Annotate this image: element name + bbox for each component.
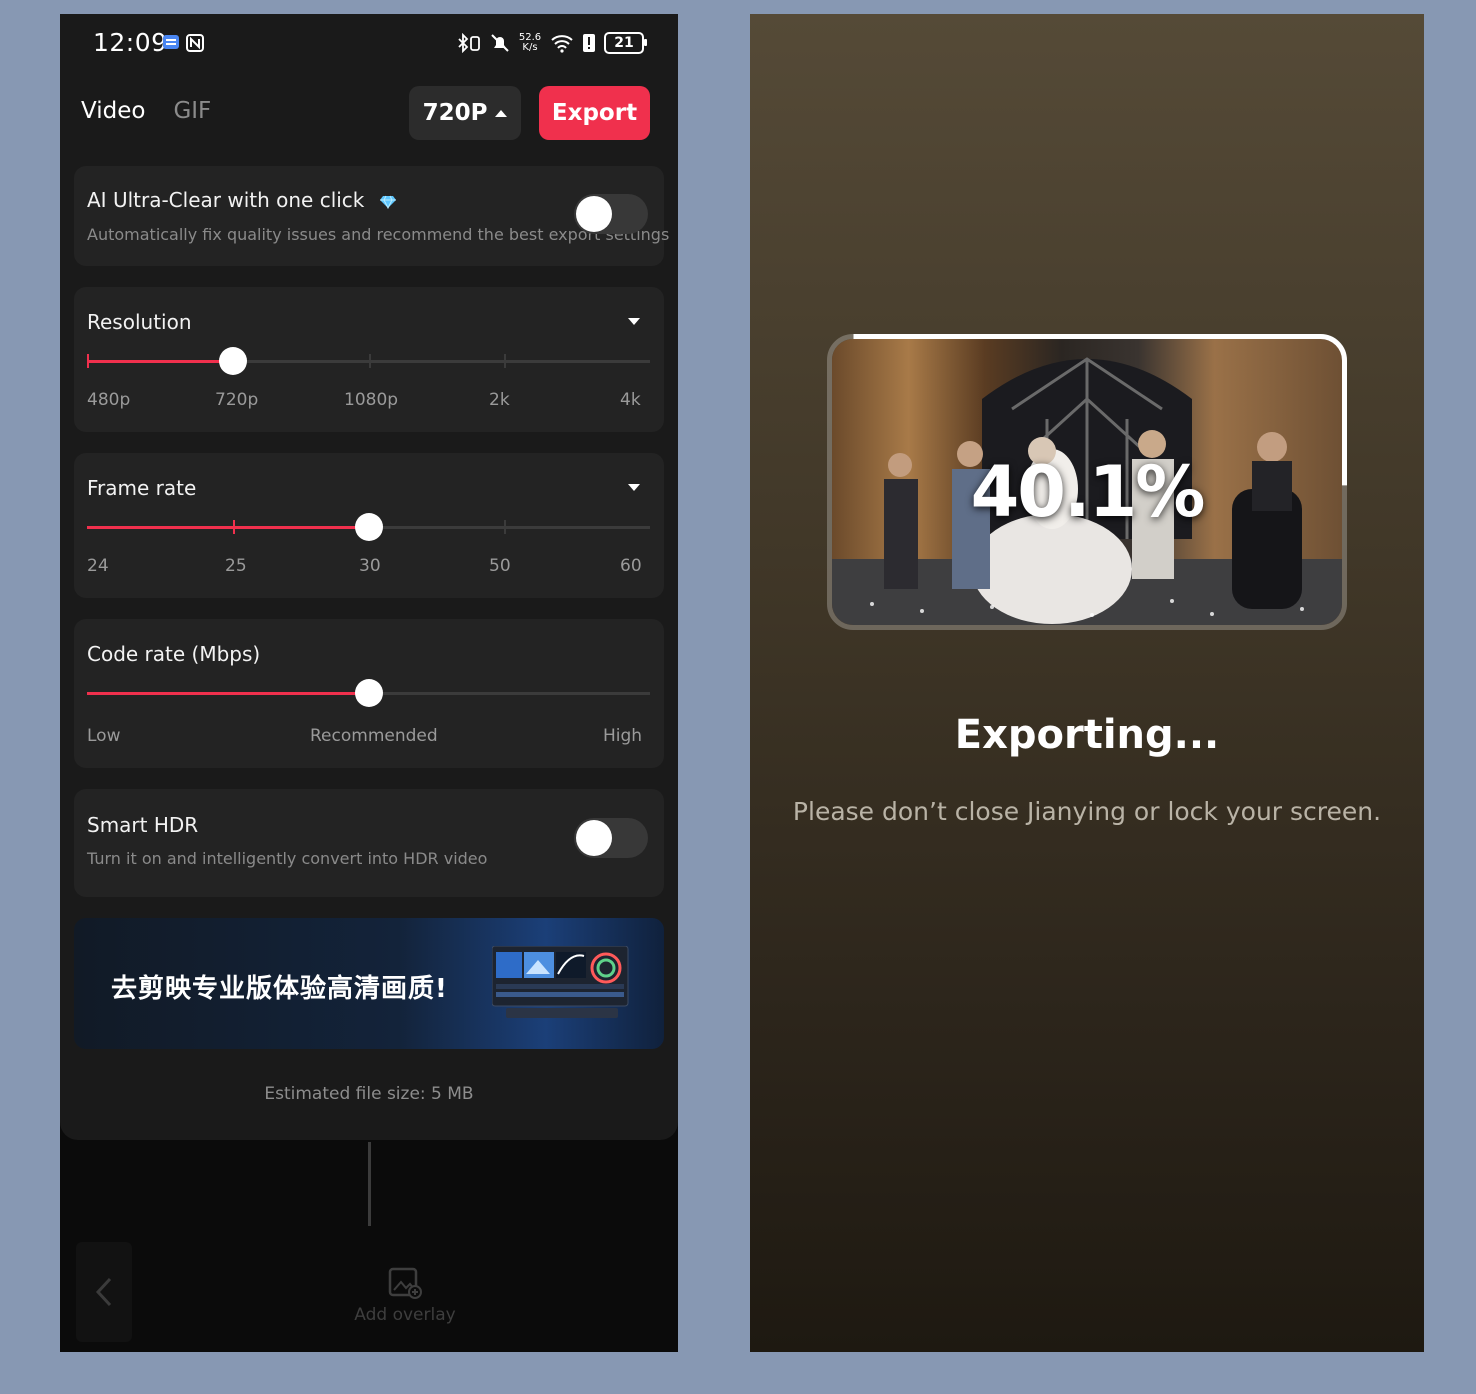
resolution-dropdown-icon[interactable] [628,318,640,325]
code-rate-label-high: High [603,726,643,746]
resolution-quick-button[interactable]: 720P [409,86,521,140]
bluetooth-vibrate-icon [458,33,480,53]
video-preview-thumbnail: 40.1% [827,334,1347,630]
format-tabs: Video GIF [81,98,211,124]
add-overlay-label: Add overlay [354,1305,456,1325]
net-speed-unit: K/s [522,42,538,53]
tab-video[interactable]: Video [81,98,145,124]
resolution-option[interactable]: 2k [489,390,510,410]
pro-editor-preview-icon [492,946,629,1018]
exporting-screen: 40.1% Exporting... Please don’t close Ji… [750,14,1424,1352]
smart-hdr-toggle[interactable] [574,818,648,858]
frame-rate-title: Frame rate [87,476,197,500]
frame-rate-slider[interactable] [87,513,650,541]
frame-rate-option[interactable]: 60 [620,556,642,576]
frame-rate-dropdown-icon[interactable] [628,484,640,491]
frame-rate-option[interactable]: 25 [225,556,247,576]
resolution-option[interactable]: 480p [87,390,130,410]
ai-ultra-clear-card: AI Ultra-Clear with one click Automatica… [74,166,669,266]
add-overlay-button[interactable]: Add overlay [350,1266,460,1325]
export-progress-percent: 40.1% [970,451,1206,533]
resolution-slider-thumb[interactable] [219,347,248,375]
code-rate-label-recommended: Recommended [310,726,438,746]
estimated-file-size: Estimated file size: 5 MB [264,1084,474,1104]
wifi-icon [551,35,573,53]
code-rate-card: Code rate (Mbps) Low Recommended High [74,619,664,768]
smart-hdr-subtitle: Turn it on and intelligently convert int… [87,849,488,868]
chevron-left-icon [95,1277,112,1307]
exporting-title: Exporting... [954,712,1220,758]
code-rate-slider[interactable] [87,679,650,707]
resolution-quick-label: 720P [422,100,488,126]
nfc-icon [186,34,204,52]
diamond-vip-icon [379,195,396,209]
timeline-playhead [368,1142,371,1226]
back-button[interactable] [76,1242,132,1342]
code-rate-title: Code rate (Mbps) [87,642,261,666]
battery-indicator: 21 [604,32,647,54]
add-overlay-icon [388,1267,422,1299]
mute-bell-icon [491,34,509,52]
export-settings-sheet: 12:09 52.6K/s 21 Video GIF 720P Export [60,14,678,1140]
resolution-option[interactable]: 720p [215,390,258,410]
code-rate-slider-thumb[interactable] [354,679,383,707]
frame-rate-option[interactable]: 50 [489,556,511,576]
ai-ultra-clear-toggle[interactable] [574,194,648,234]
pro-version-banner[interactable]: 去剪映专业版体验高清画质! [74,918,664,1049]
smart-hdr-title: Smart HDR [87,813,199,837]
tab-gif[interactable]: GIF [173,98,211,124]
app-notification-icon [163,35,179,49]
ai-ultra-clear-title: AI Ultra-Clear with one click [87,188,365,212]
exporting-hint: Please don’t close Jianying or lock your… [792,797,1382,826]
banner-text: 去剪映专业版体验高清画质! [111,974,448,1004]
caret-up-icon [495,109,508,117]
status-time: 12:09 [93,28,168,57]
frame-rate-option[interactable]: 24 [87,556,109,576]
frame-rate-card: Frame rate 24 25 30 50 60 [74,453,664,598]
export-settings-screen: 12:09 52.6K/s 21 Video GIF 720P Export [60,14,678,1352]
code-rate-label-low: Low [87,726,121,746]
resolution-card: Resolution 480p 720p 1080p 2k 4k [74,287,664,432]
resolution-option[interactable]: 1080p [344,390,398,410]
status-bar: 12:09 52.6 K/s 21 [60,14,678,74]
sim-alert-icon [583,34,595,52]
resolution-title: Resolution [87,310,192,334]
export-button[interactable]: Export [539,86,650,140]
smart-hdr-card: Smart HDR Turn it on and intelligently c… [74,789,664,897]
resolution-slider[interactable] [87,347,650,375]
frame-rate-slider-thumb[interactable] [354,513,383,541]
resolution-option[interactable]: 4k [620,390,641,410]
frame-rate-option[interactable]: 30 [359,556,381,576]
